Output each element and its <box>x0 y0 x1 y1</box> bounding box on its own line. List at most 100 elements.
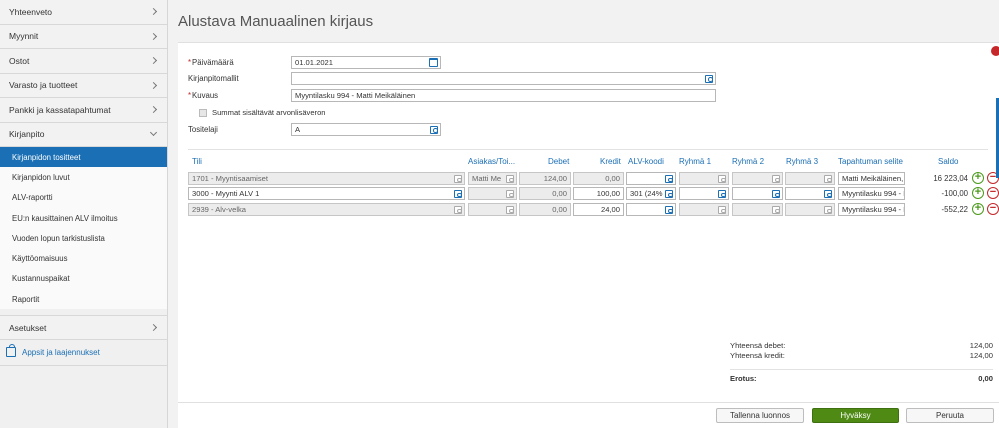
sidebar-item-label: Yhteenveto <box>9 6 53 17</box>
lookup-icon[interactable] <box>665 190 673 198</box>
account-cell[interactable]: 2939 - Alv-velka <box>188 203 465 216</box>
sidebar-item-yhteenveto[interactable]: Yhteenveto <box>0 0 167 25</box>
lookup-icon[interactable] <box>665 206 673 214</box>
lookup-icon[interactable] <box>772 190 780 198</box>
template-field[interactable] <box>291 71 716 85</box>
vat-included-checkbox[interactable] <box>199 108 207 117</box>
lookup-icon[interactable] <box>824 190 832 198</box>
chevron-right-icon <box>149 57 158 65</box>
lookup-icon <box>824 175 832 183</box>
date-label: Päivämäärä <box>192 57 234 67</box>
sidebar-item-pankki[interactable]: Pankki ja kassatapahtumat <box>0 98 167 123</box>
difference-value: 0,00 <box>978 374 993 383</box>
total-debit-value: 124,00 <box>969 341 993 350</box>
date-field[interactable]: 01.01.2021 <box>291 55 441 69</box>
col-debit[interactable]: Debet <box>548 157 569 166</box>
remove-row-button[interactable]: − <box>987 187 999 199</box>
notification-badge[interactable] <box>991 46 999 56</box>
sidebar-subitem-tarkistuslista[interactable]: Vuoden lopun tarkistuslista <box>0 228 167 248</box>
sidebar-item-varasto[interactable]: Varasto ja tuotteet <box>0 73 167 98</box>
event-desc-cell[interactable]: Myyntilasku 994 - M <box>838 187 905 200</box>
group1-cell[interactable] <box>679 187 729 200</box>
col-customer[interactable]: Asiakas/Toi... <box>468 157 515 166</box>
sidebar-item-myynnit[interactable]: Myynnit <box>0 24 167 49</box>
credit-cell[interactable]: 100,00 <box>573 187 624 200</box>
group3-cell[interactable] <box>785 172 835 185</box>
save-draft-button[interactable]: Tallenna luonnos <box>716 408 804 423</box>
customer-cell[interactable] <box>468 187 517 200</box>
add-row-button[interactable]: + <box>972 187 984 199</box>
lookup-icon[interactable] <box>430 125 438 134</box>
event-desc-cell[interactable]: Matti Meikäläinen, <box>838 172 905 185</box>
lookup-icon <box>506 190 514 198</box>
customer-cell[interactable]: Matti Me <box>468 172 517 185</box>
lookup-icon[interactable] <box>454 190 462 198</box>
lookup-icon[interactable] <box>705 74 713 83</box>
col-event-desc[interactable]: Tapahtuman selite <box>838 157 903 166</box>
lookup-icon <box>772 206 780 214</box>
col-group1[interactable]: Ryhmä 1 <box>679 157 711 166</box>
chevron-down-icon <box>149 129 158 137</box>
col-credit[interactable]: Kredit <box>600 157 621 166</box>
description-field[interactable]: Myyntilasku 994 - Matti Meikäläinen <box>291 88 716 102</box>
totals-summary: Yhteensä debet: 124,00 Yhteensä kredit: … <box>730 341 993 383</box>
col-group2[interactable]: Ryhmä 2 <box>732 157 764 166</box>
doc-type-field[interactable]: A <box>291 122 441 136</box>
group1-cell[interactable] <box>679 172 729 185</box>
chevron-right-icon <box>149 32 158 40</box>
sidebar-subitem-eu-alv[interactable]: EU:n kausittainen ALV ilmoitus <box>0 208 167 228</box>
group3-cell[interactable] <box>785 187 835 200</box>
sidebar-subitem-raportit[interactable]: Raportit <box>0 289 167 309</box>
group2-cell[interactable] <box>732 172 783 185</box>
group2-cell[interactable] <box>732 187 783 200</box>
sidebar-item-asetukset[interactable]: Asetukset <box>0 315 167 340</box>
sidebar-item-ostot[interactable]: Ostot <box>0 49 167 74</box>
sidebar-item-kirjanpito[interactable]: Kirjanpito <box>0 122 167 147</box>
lookup-icon <box>718 206 726 214</box>
col-group3[interactable]: Ryhmä 3 <box>786 157 818 166</box>
col-vat-code[interactable]: ALV-koodi <box>628 157 664 166</box>
add-row-button[interactable]: + <box>972 172 984 184</box>
chevron-right-icon <box>149 8 158 16</box>
vat-code-cell[interactable] <box>626 172 676 185</box>
vat-code-cell[interactable]: 301 (24% <box>626 187 676 200</box>
debit-cell[interactable]: 124,00 <box>519 172 571 185</box>
sidebar-subitem-kustannuspaikat[interactable]: Kustannuspaikat <box>0 269 167 289</box>
lookup-icon[interactable] <box>718 190 726 198</box>
sidebar-subitem-alv-raportti[interactable]: ALV-raportti <box>0 188 167 208</box>
group2-cell[interactable] <box>732 203 783 216</box>
sidebar-subitem-tositteet[interactable]: Kirjanpidon tositteet <box>0 147 167 168</box>
sidebar-item-label: Pankki ja kassatapahtumat <box>9 104 111 115</box>
col-account[interactable]: Tili <box>192 157 202 166</box>
sidebar-submenu: Kirjanpidon tositteet Kirjanpidon luvut … <box>0 147 167 310</box>
vat-code-cell[interactable] <box>626 203 676 216</box>
balance-cell: -100,00 <box>941 189 968 198</box>
sidebar-item-label: Myynnit <box>9 31 39 42</box>
account-cell[interactable]: 3000 - Myynti ALV 1 <box>188 187 465 200</box>
sidebar-subitem-kayttoomaisuus[interactable]: Käyttöomaisuus <box>0 248 167 268</box>
event-desc-cell[interactable]: Myyntilasku 994 - M <box>838 203 905 216</box>
sidebar-item-apps[interactable]: Appsit ja laajennukset <box>0 340 167 366</box>
lookup-icon <box>454 175 462 183</box>
description-label: Kuvaus <box>192 90 219 100</box>
approve-button[interactable]: Hyväksy <box>812 408 899 423</box>
description-row: *Kuvaus Myyntilasku 994 - Matti Meikäläi… <box>188 88 716 102</box>
account-cell[interactable]: 1701 - Myyntisaamiset <box>188 172 465 185</box>
sidebar-subitem-luvut[interactable]: Kirjanpidon luvut <box>0 167 167 187</box>
debit-cell[interactable]: 0,00 <box>519 203 571 216</box>
remove-row-button[interactable]: − <box>987 203 999 215</box>
debit-cell[interactable]: 0,00 <box>519 187 571 200</box>
lookup-icon[interactable] <box>665 175 673 183</box>
group1-cell[interactable] <box>679 203 729 216</box>
add-row-button[interactable]: + <box>972 203 984 215</box>
total-credit-label: Yhteensä kredit: <box>730 351 785 360</box>
credit-cell[interactable]: 24,00 <box>573 203 624 216</box>
calendar-icon[interactable] <box>429 57 438 67</box>
lookup-icon <box>454 206 462 214</box>
sidebar-item-label: Appsit ja laajennukset <box>22 347 100 357</box>
credit-cell[interactable]: 0,00 <box>573 172 624 185</box>
col-balance[interactable]: Saldo <box>938 157 958 166</box>
group3-cell[interactable] <box>785 203 835 216</box>
customer-cell[interactable] <box>468 203 517 216</box>
cancel-button[interactable]: Peruuta <box>906 408 994 423</box>
